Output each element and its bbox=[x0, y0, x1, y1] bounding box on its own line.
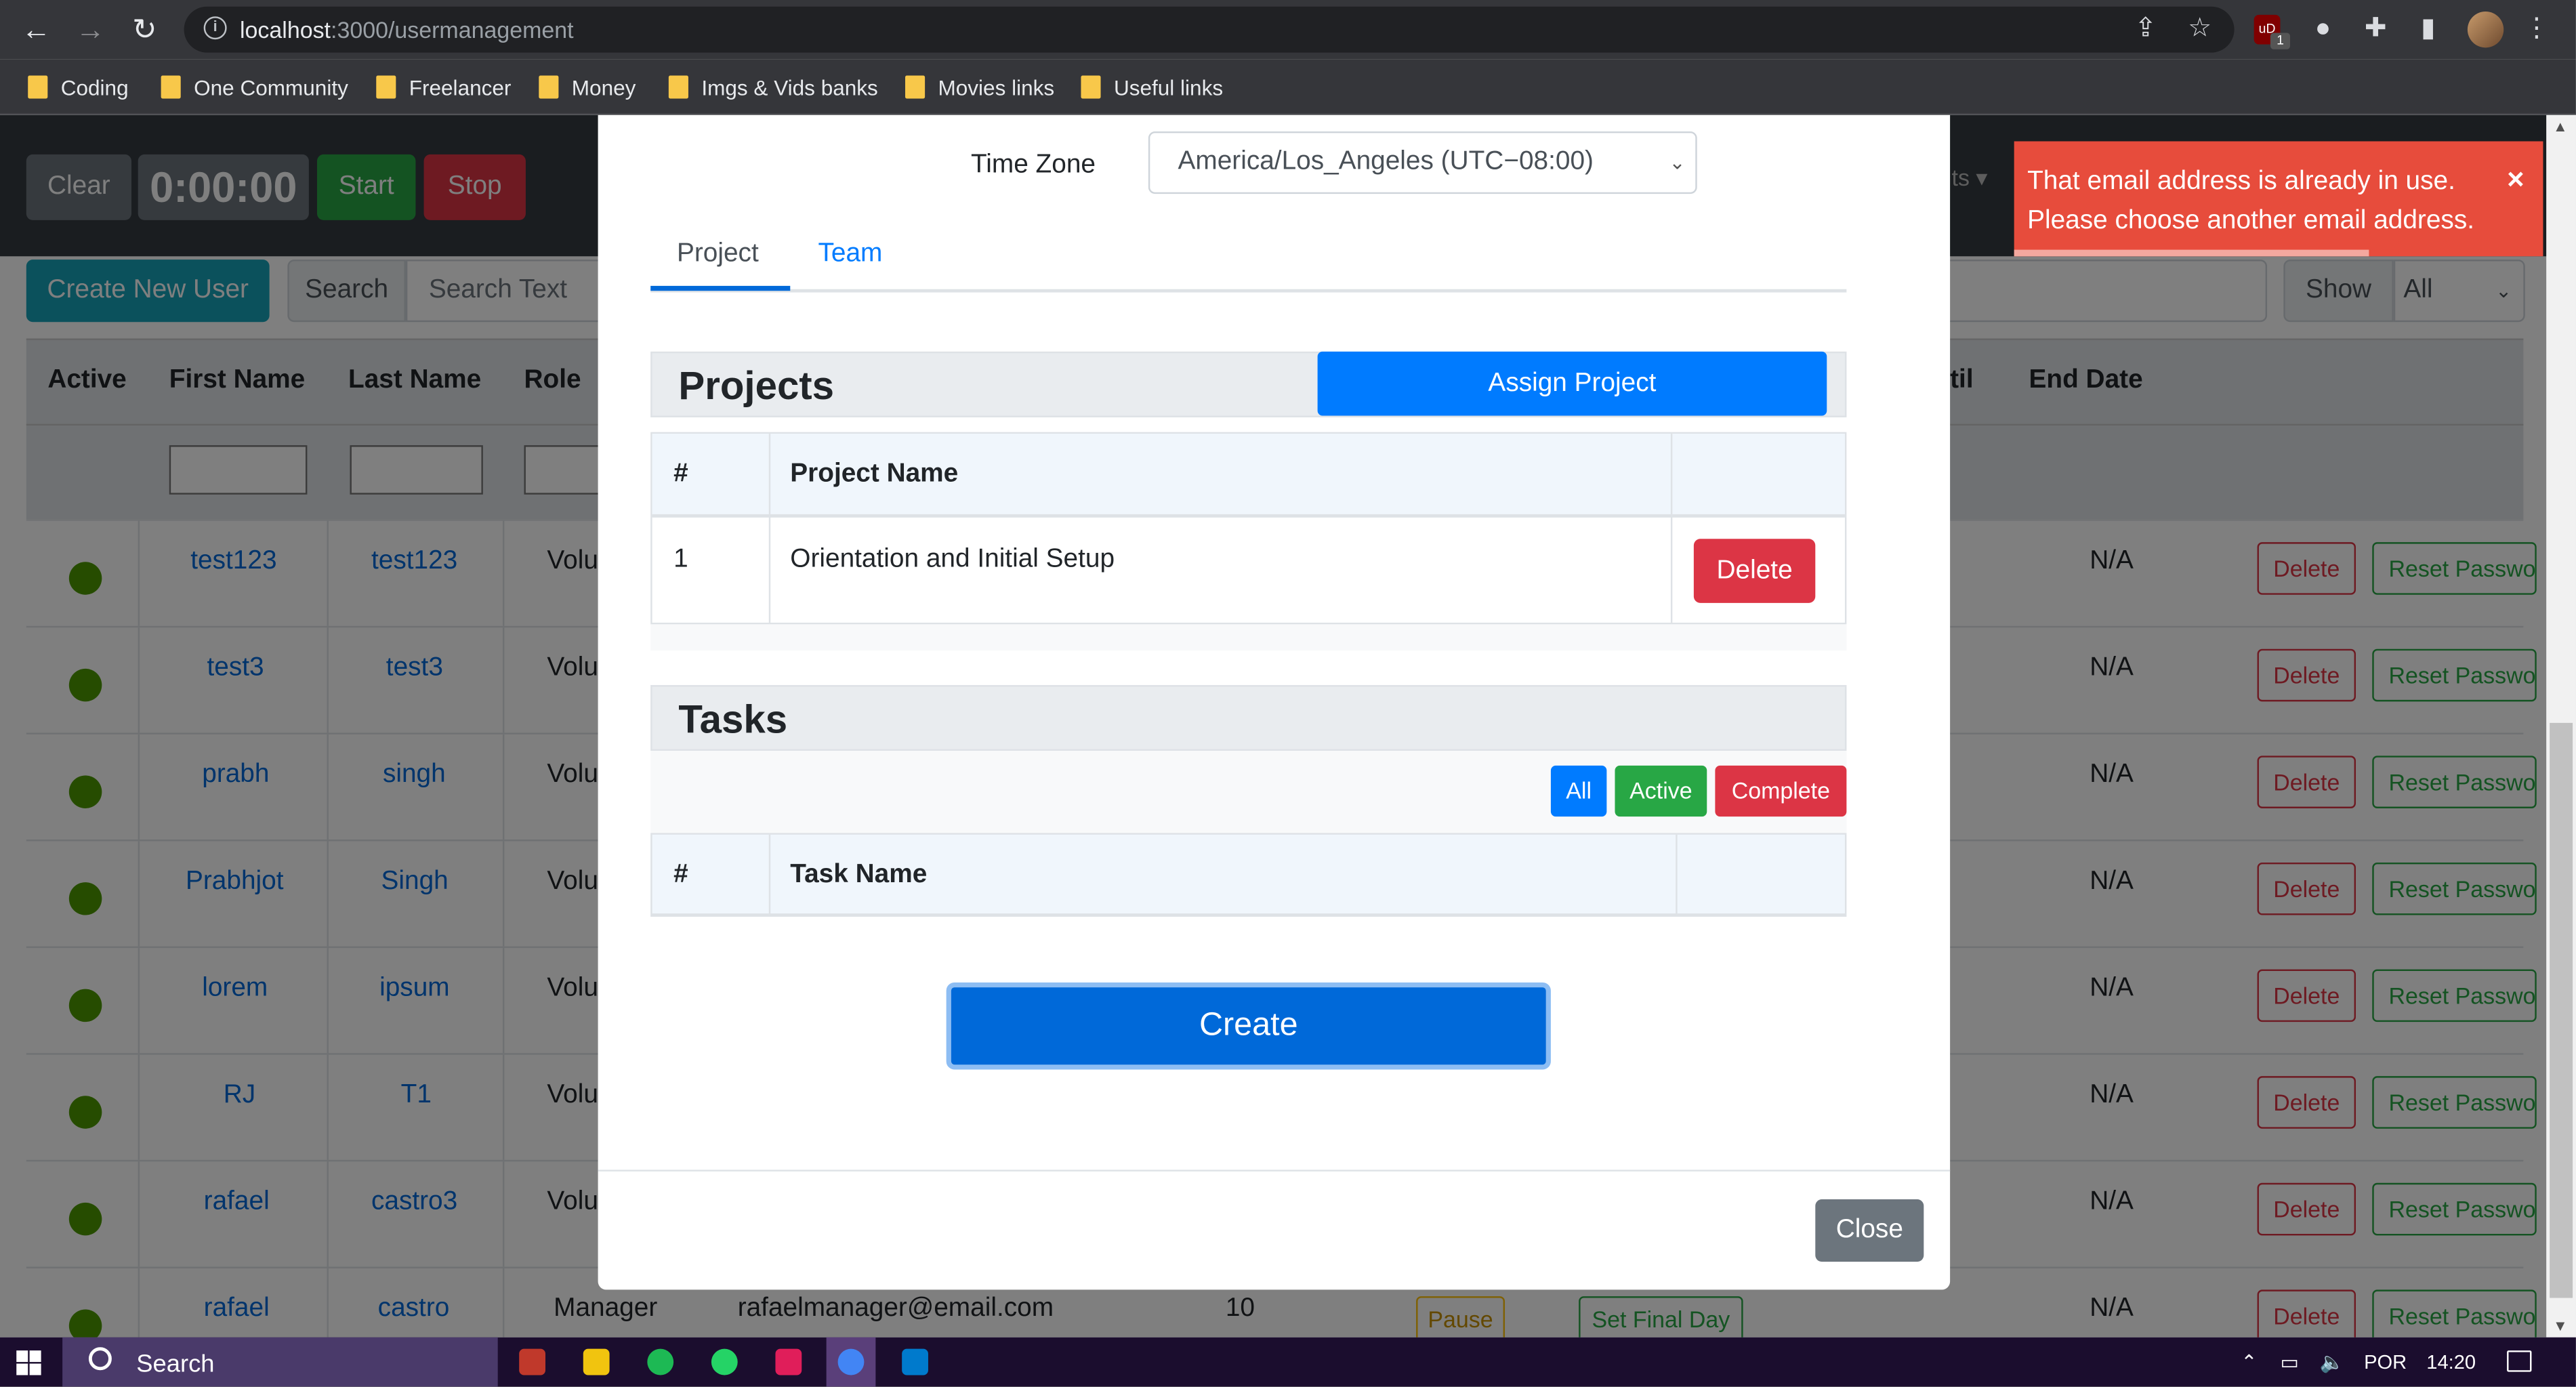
create-button[interactable]: Create bbox=[946, 982, 1551, 1070]
windows-taskbar: Search ⌃ ▭ 🔈 POR 14:20 bbox=[0, 1337, 2576, 1387]
toast-progress-bar bbox=[2014, 249, 2369, 257]
language-indicator[interactable]: POR bbox=[2364, 1350, 2407, 1373]
toast-line-1: That email address is already in use. bbox=[2027, 167, 2455, 196]
volume-icon[interactable]: 🔈 bbox=[2320, 1350, 2344, 1373]
taskbar-search[interactable]: Search bbox=[62, 1337, 498, 1387]
folder-icon bbox=[905, 75, 926, 99]
time-zone-label: Time Zone bbox=[970, 151, 1096, 180]
bookmark-coding[interactable]: Coding bbox=[28, 73, 129, 102]
page-scrollbar[interactable]: ▲ ▼ bbox=[2546, 115, 2576, 1338]
folder-icon bbox=[161, 75, 181, 99]
task-filter-bar: All Active Complete bbox=[650, 751, 1847, 833]
time-zone-select[interactable]: America/Los_Angeles (UTC−08:00) ⌄ bbox=[1148, 131, 1697, 194]
tab-project[interactable]: Project bbox=[677, 240, 759, 270]
search-icon bbox=[88, 1347, 112, 1371]
info-icon[interactable]: i bbox=[203, 16, 227, 40]
extension-icon[interactable]: ● bbox=[2306, 13, 2339, 45]
file-explorer-icon[interactable] bbox=[583, 1348, 610, 1375]
url-text: localhost:3000/usermanagement bbox=[240, 16, 574, 43]
share-icon[interactable]: ⇪ bbox=[2129, 13, 2161, 45]
taskbar-search-label: Search bbox=[136, 1350, 215, 1379]
active-tab-indicator bbox=[650, 285, 791, 291]
folder-icon bbox=[668, 75, 688, 99]
folder-icon bbox=[376, 75, 396, 99]
scroll-up-icon[interactable]: ▲ bbox=[2553, 119, 2568, 135]
folder-icon bbox=[1081, 75, 1101, 99]
col-task-number: # bbox=[673, 861, 688, 889]
filter-active-button[interactable]: Active bbox=[1615, 765, 1707, 817]
bookmarks-bar: Coding One Community Freelancer Money Im… bbox=[0, 59, 2576, 115]
windows-start-icon[interactable] bbox=[16, 1350, 41, 1375]
clock[interactable]: 14:20 bbox=[2426, 1350, 2476, 1373]
side-panel-icon[interactable]: ▮ bbox=[2411, 13, 2444, 45]
tray-chevron-icon[interactable]: ⌃ bbox=[2241, 1350, 2257, 1373]
screen: ← → ↻ i localhost:3000/usermanagement ⇪ … bbox=[0, 0, 2576, 1387]
filter-complete-button[interactable]: Complete bbox=[1715, 765, 1847, 817]
tasks-header: Tasks bbox=[650, 685, 1847, 751]
notification-icon[interactable] bbox=[2507, 1350, 2532, 1372]
col-task-name: Task Name bbox=[790, 861, 928, 889]
close-icon[interactable]: × bbox=[2507, 163, 2524, 195]
bookmark-useful[interactable]: Useful links bbox=[1081, 73, 1223, 102]
tab-team[interactable]: Team bbox=[818, 240, 883, 270]
browser-toolbar: ← → ↻ i localhost:3000/usermanagement ⇪ … bbox=[0, 0, 2576, 60]
reload-icon[interactable]: ↻ bbox=[127, 12, 163, 47]
back-icon[interactable]: ← bbox=[18, 12, 54, 47]
col-project-name: Project Name bbox=[790, 459, 959, 489]
folder-icon bbox=[539, 75, 559, 99]
scroll-down-icon[interactable]: ▼ bbox=[2553, 1318, 2568, 1334]
assign-project-button[interactable]: Assign Project bbox=[1317, 351, 1827, 416]
spotify-icon[interactable] bbox=[647, 1348, 674, 1375]
toast-line-2: Please choose another email address. bbox=[2027, 207, 2475, 235]
bookmark-one-community[interactable]: One Community bbox=[161, 73, 348, 102]
project-number-cell: 1 bbox=[673, 545, 688, 574]
cell-divider bbox=[768, 834, 771, 915]
tasks-table-header: # Task Name bbox=[650, 833, 1847, 917]
bookmark-movies[interactable]: Movies links bbox=[905, 73, 1054, 102]
close-button[interactable]: Close bbox=[1815, 1199, 1924, 1262]
bookmark-money[interactable]: Money bbox=[539, 73, 636, 102]
toast-message: That email address is already in use. Pl… bbox=[2027, 163, 2504, 241]
project-name-cell: Orientation and Initial Setup bbox=[790, 545, 1115, 574]
app-icon[interactable] bbox=[519, 1348, 546, 1375]
cell-divider bbox=[1676, 834, 1678, 915]
folder-icon bbox=[28, 75, 48, 99]
scroll-thumb[interactable] bbox=[2550, 722, 2573, 1298]
slack-icon[interactable] bbox=[775, 1348, 802, 1375]
forward-icon[interactable]: → bbox=[72, 12, 108, 47]
address-bar[interactable]: i localhost:3000/usermanagement bbox=[184, 6, 2235, 53]
create-user-modal: Time Zone America/Los_Angeles (UTC−08:00… bbox=[598, 115, 1951, 1290]
whatsapp-icon[interactable] bbox=[711, 1348, 738, 1375]
puzzle-icon[interactable]: ✚ bbox=[2359, 13, 2392, 45]
projects-title: Projects bbox=[678, 365, 835, 409]
col-project-number: # bbox=[673, 459, 688, 489]
cell-divider bbox=[768, 434, 771, 623]
menu-icon[interactable]: ⋮ bbox=[2520, 13, 2552, 45]
projects-table: # Project Name 1 Orientation and Initial… bbox=[650, 432, 1847, 625]
extension-badge: 1 bbox=[2270, 33, 2291, 49]
delete-project-button[interactable]: Delete bbox=[1693, 539, 1816, 603]
filter-all-button[interactable]: All bbox=[1550, 765, 1607, 817]
profile-avatar[interactable] bbox=[2467, 11, 2504, 48]
tasks-title: Tasks bbox=[678, 698, 788, 743]
chevron-down-icon: ⌄ bbox=[1669, 151, 1686, 175]
error-toast: That email address is already in use. Pl… bbox=[2014, 141, 2543, 257]
bookmark-star-icon[interactable]: ☆ bbox=[2183, 13, 2216, 45]
chrome-icon[interactable] bbox=[837, 1348, 865, 1375]
vscode-icon[interactable] bbox=[902, 1348, 928, 1375]
cell-divider bbox=[1670, 434, 1673, 623]
bookmark-imgs-vids[interactable]: Imgs & Vids banks bbox=[668, 73, 878, 102]
network-icon[interactable]: ▭ bbox=[2280, 1350, 2299, 1373]
bookmark-freelancer[interactable]: Freelancer bbox=[376, 73, 511, 102]
modal-footer-divider bbox=[598, 1169, 1951, 1172]
projects-table-footer bbox=[650, 624, 1847, 651]
tab-divider bbox=[650, 289, 1847, 293]
